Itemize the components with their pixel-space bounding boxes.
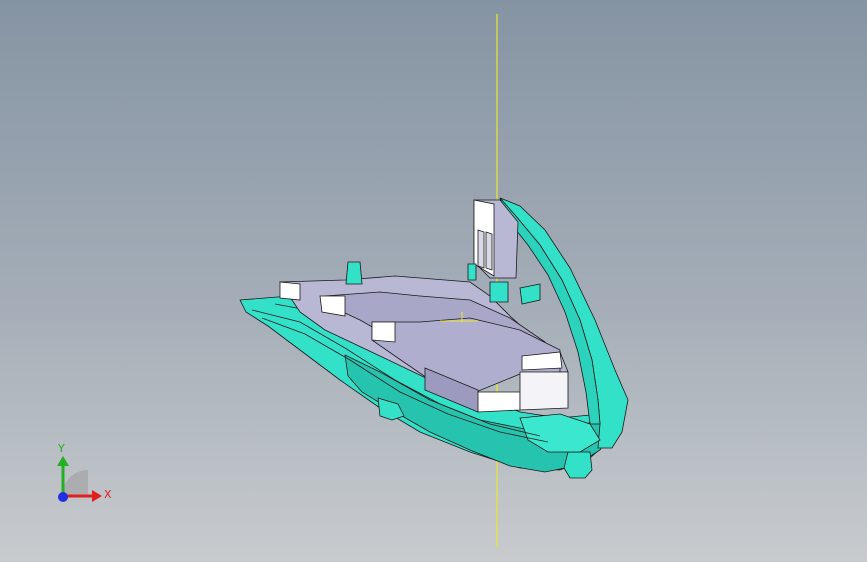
graphics-viewport[interactable]: Y X: [0, 0, 867, 562]
triad-x-label: X: [104, 488, 112, 501]
triad-x-arrow-icon: [92, 490, 102, 502]
triad-y-arrow-icon: [57, 456, 69, 466]
triad-rotation-arc: [62, 470, 88, 496]
triad-z-axis: [58, 492, 68, 502]
triad-y-label: Y: [57, 442, 65, 455]
reference-triad: Y X: [57, 442, 112, 502]
model-view[interactable]: [0, 0, 867, 562]
